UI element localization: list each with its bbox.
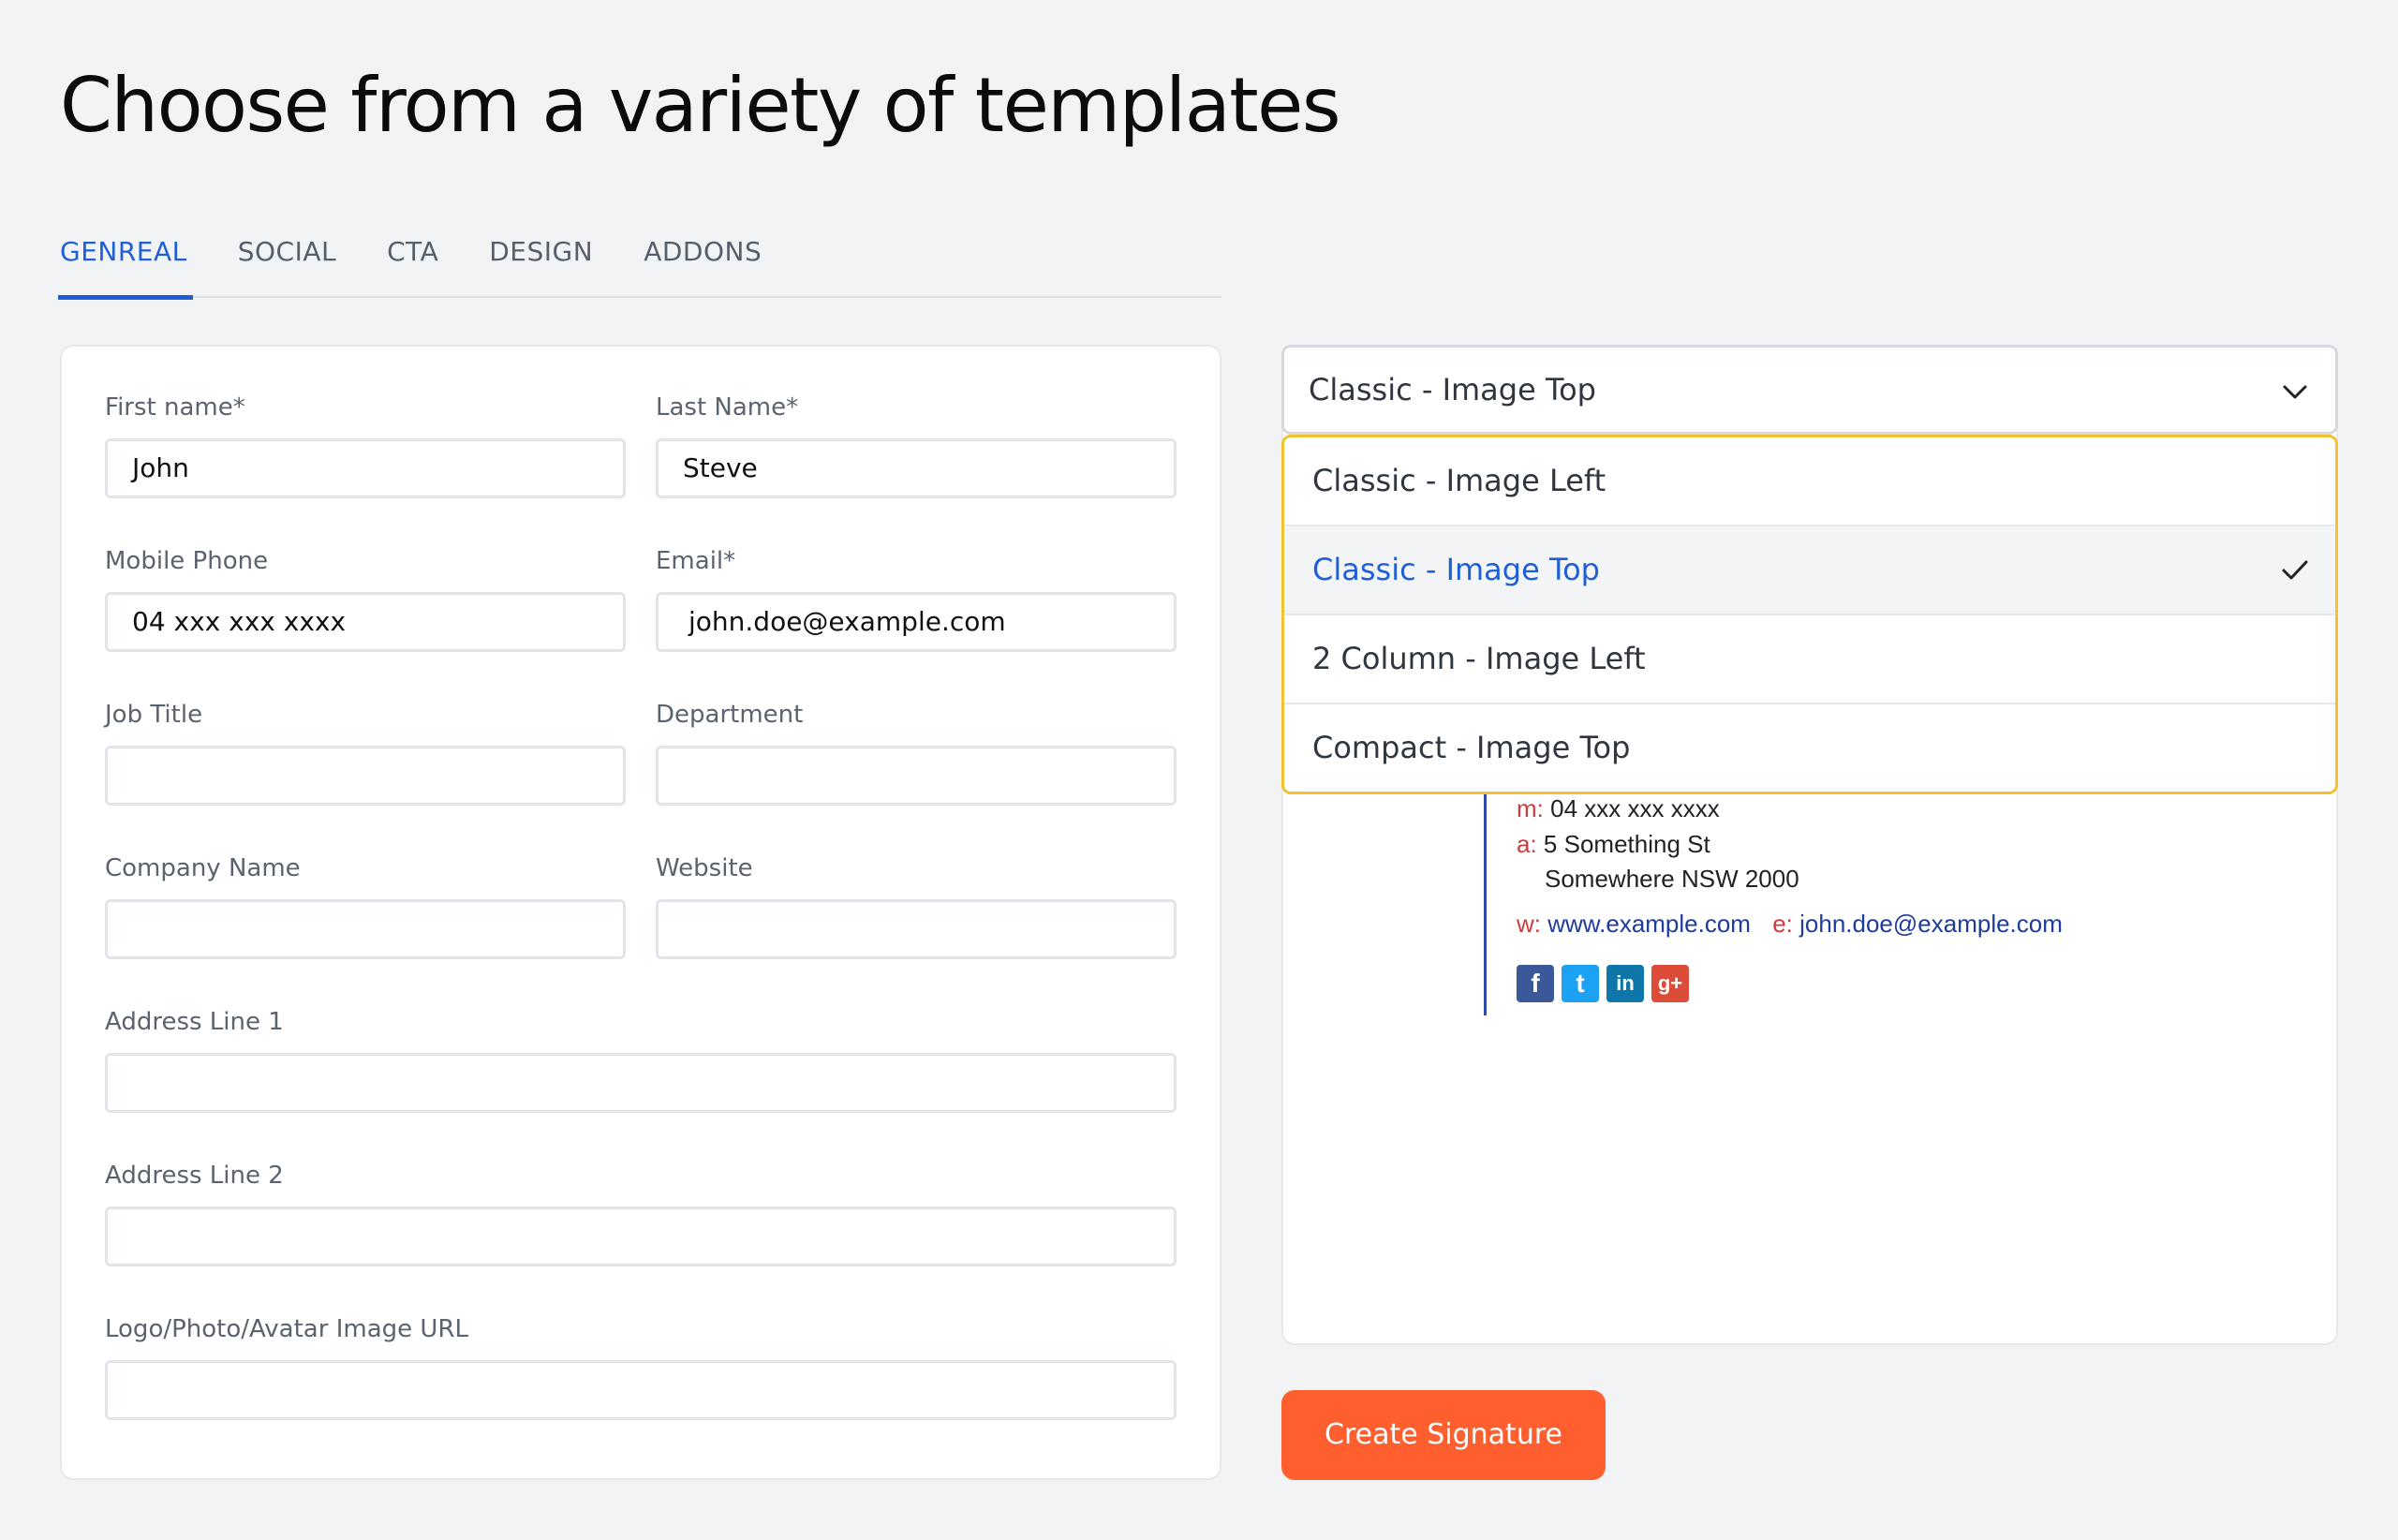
first-name-label: First name* [105, 393, 245, 422]
department-field: Department [656, 701, 1177, 806]
company-name-label: Company Name [105, 854, 301, 882]
tab-design[interactable]: DESIGN [489, 225, 593, 298]
template-option-classic-image-left[interactable]: Classic - Image Left [1284, 437, 2335, 526]
mobile-key: m: [1517, 794, 1544, 822]
job-title-label: Job Title [105, 701, 203, 729]
email-label: Email* [656, 547, 736, 575]
create-signature-button[interactable]: Create Signature [1281, 1390, 1606, 1480]
address-line-2-field: Address Line 2 [105, 1162, 1177, 1266]
last-name-input[interactable]: Steve [656, 438, 1177, 498]
logo-url-label: Logo/Photo/Avatar Image URL [105, 1315, 468, 1343]
address-line-1-input[interactable] [105, 1053, 1177, 1113]
social-icons: f t in g+ [1517, 965, 1689, 1002]
facebook-icon[interactable]: f [1517, 965, 1554, 1002]
mobile-phone-field: Mobile Phone 04 xxx xxx xxxx [105, 547, 626, 652]
job-title-input[interactable] [105, 746, 626, 806]
twitter-icon[interactable]: t [1562, 965, 1599, 1002]
signature-mobile-row: m: 04 xxx xxx xxxx [1517, 794, 1720, 823]
signature-form: First name* John Last Name* Steve Mobile… [60, 345, 1221, 1480]
address-key: a: [1517, 830, 1537, 858]
google-plus-icon[interactable]: g+ [1651, 965, 1689, 1002]
template-option-2-column-image-left[interactable]: 2 Column - Image Left [1284, 615, 2335, 704]
website-field: Website [656, 854, 1177, 959]
page-title: Choose from a variety of templates [60, 62, 1341, 149]
linkedin-icon[interactable]: in [1606, 965, 1644, 1002]
signature-website-link[interactable]: www.example.com [1547, 910, 1751, 938]
email-key: e: [1772, 910, 1793, 938]
signature-block: m: 04 xxx xxx xxxx a: 5 Something St Som… [1484, 781, 2233, 1015]
signature-address-line-2: Somewhere NSW 2000 [1545, 865, 1799, 893]
email-field: Email* john.doe@example.com [656, 547, 1177, 652]
tab-social[interactable]: SOCIAL [238, 225, 336, 298]
email-input[interactable]: john.doe@example.com [656, 592, 1177, 652]
mobile-phone-input[interactable]: 04 xxx xxx xxxx [105, 592, 626, 652]
website-input[interactable] [656, 899, 1177, 959]
company-name-input[interactable] [105, 899, 626, 959]
template-select[interactable]: Classic - Image Top [1281, 345, 2338, 435]
template-option-label: Classic - Image Top [1312, 552, 1600, 587]
tab-general[interactable]: GENREAL [58, 225, 193, 300]
company-name-field: Company Name [105, 854, 626, 959]
signature-links-row: w: www.example.com e: john.doe@example.c… [1517, 910, 2063, 939]
address-line-1-field: Address Line 1 [105, 1008, 1177, 1113]
last-name-field: Last Name* Steve [656, 393, 1177, 498]
logo-url-input[interactable] [105, 1360, 1177, 1420]
address-line-2-label: Address Line 2 [105, 1162, 284, 1190]
signature-email-link[interactable]: john.doe@example.com [1799, 910, 2063, 938]
department-label: Department [656, 701, 804, 729]
tab-cta[interactable]: CTA [387, 225, 438, 298]
website-label: Website [656, 854, 753, 882]
mobile-phone-label: Mobile Phone [105, 547, 269, 575]
address-line-2-input[interactable] [105, 1207, 1177, 1266]
last-name-label: Last Name* [656, 393, 799, 422]
template-select-value: Classic - Image Top [1309, 372, 1596, 407]
template-option-classic-image-top[interactable]: Classic - Image Top [1284, 526, 2335, 615]
template-option-compact-image-top[interactable]: Compact - Image Top [1284, 704, 2335, 792]
website-key: w: [1517, 910, 1541, 938]
signature-mobile: 04 xxx xxx xxxx [1550, 794, 1720, 822]
address-line-1-label: Address Line 1 [105, 1008, 284, 1036]
tab-addons[interactable]: ADDONS [644, 225, 762, 298]
department-input[interactable] [656, 746, 1177, 806]
chevron-down-icon [2283, 385, 2307, 399]
job-title-field: Job Title [105, 701, 626, 806]
check-icon [2282, 560, 2308, 580]
signature-address-row: a: 5 Something St [1517, 830, 1710, 859]
tab-bar: GENREAL SOCIAL CTA DESIGN ADDONS [58, 225, 1221, 300]
template-dropdown: Classic - Image Left Classic - Image Top… [1281, 435, 2338, 794]
first-name-field: First name* John [105, 393, 626, 498]
logo-url-field: Logo/Photo/Avatar Image URL [105, 1315, 1177, 1420]
first-name-input[interactable]: John [105, 438, 626, 498]
signature-address-line-1: 5 Something St [1543, 830, 1710, 858]
